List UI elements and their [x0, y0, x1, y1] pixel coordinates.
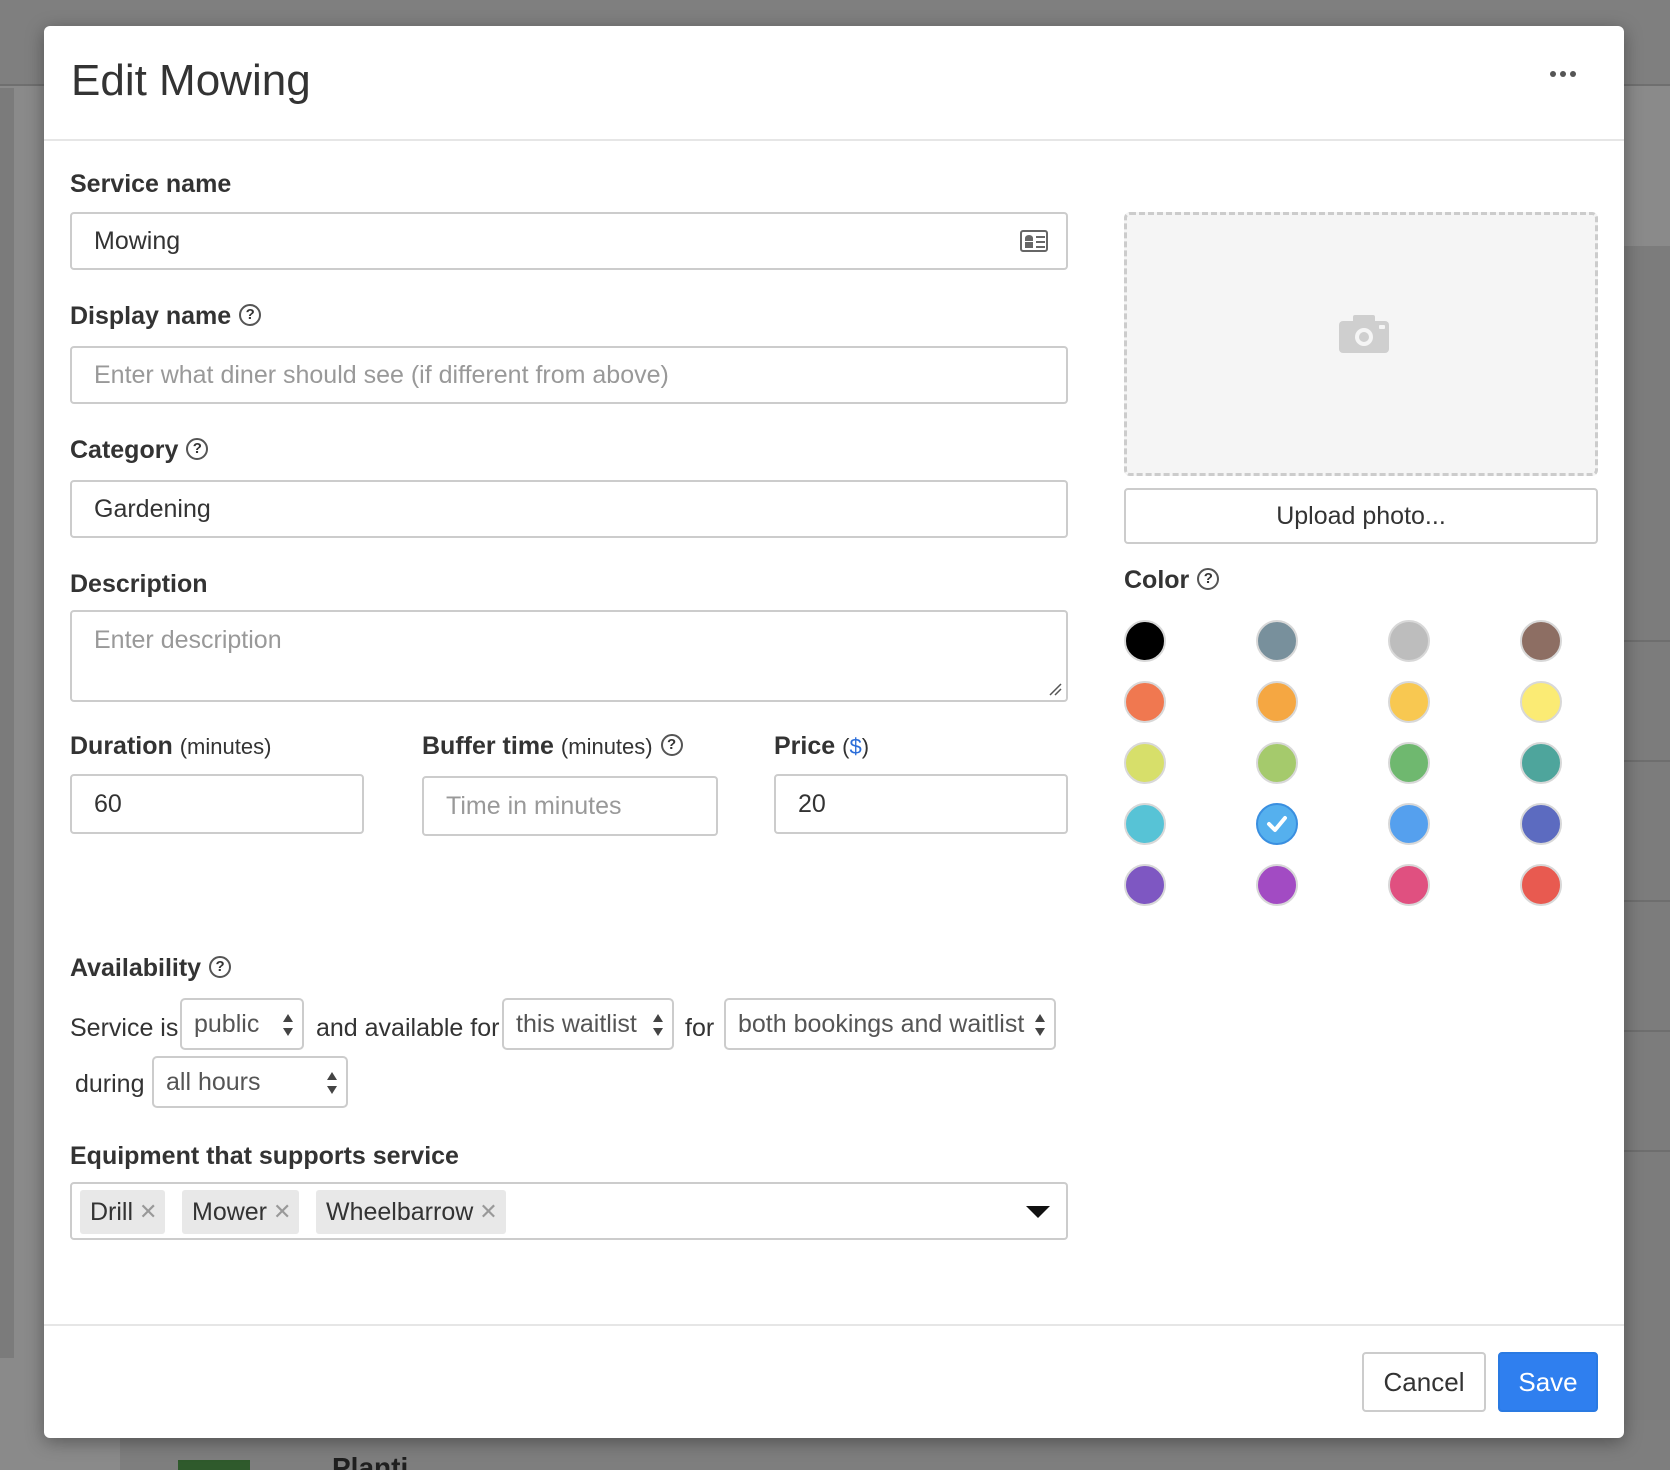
ellipsis-icon[interactable]	[1538, 58, 1588, 90]
equipment-label: Equipment that supports service	[70, 1142, 459, 1170]
color-swatch[interactable]	[1388, 742, 1430, 784]
modal-header: Edit Mowing	[44, 26, 1624, 141]
color-swatch[interactable]	[1520, 620, 1562, 662]
available-for-text: and available for	[316, 1014, 500, 1042]
description-textarea[interactable]	[70, 610, 1068, 702]
hours-select[interactable]: all hours	[152, 1056, 348, 1108]
display-name-input[interactable]	[70, 346, 1068, 404]
price-input[interactable]	[774, 774, 1068, 834]
service-name-input[interactable]	[70, 212, 1068, 270]
help-icon[interactable]: ?	[239, 304, 262, 327]
color-swatch[interactable]	[1256, 620, 1298, 662]
visibility-value: public	[194, 1009, 260, 1038]
modal-title: Edit Mowing	[71, 56, 311, 105]
buffer-time-input[interactable]	[422, 776, 718, 836]
background-row-title: Planti	[332, 1452, 409, 1470]
service-name-label: Service name	[70, 170, 232, 198]
background-divider	[1624, 760, 1670, 762]
color-swatch[interactable]	[1388, 803, 1430, 845]
background-right-column	[1624, 246, 1670, 1426]
scope-value: this waitlist	[516, 1009, 637, 1038]
help-icon[interactable]: ?	[660, 734, 683, 757]
background-left-rail	[0, 88, 14, 1358]
category-input[interactable]	[70, 480, 1068, 538]
background-divider	[1624, 900, 1670, 902]
checkmark-icon	[1267, 816, 1287, 832]
color-swatch[interactable]	[1388, 620, 1430, 662]
background-divider	[1624, 1150, 1670, 1152]
color-label: Color?	[1124, 566, 1220, 595]
remove-tag-icon[interactable]: ✕	[273, 1199, 291, 1225]
hours-value: all hours	[166, 1067, 261, 1096]
scope-select[interactable]: this waitlist	[502, 998, 674, 1050]
color-swatch[interactable]	[1388, 864, 1430, 906]
equipment-tag: Mower ✕	[182, 1190, 300, 1234]
color-swatch-selected[interactable]	[1256, 803, 1298, 845]
color-swatch[interactable]	[1124, 864, 1166, 906]
color-swatch[interactable]	[1256, 742, 1298, 784]
contact-card-icon	[1020, 230, 1048, 252]
caret-down-icon[interactable]	[1026, 1206, 1050, 1218]
duration-label: Duration (minutes)	[70, 732, 272, 760]
description-label: Description	[70, 570, 208, 598]
equipment-tag: Wheelbarrow ✕	[316, 1190, 506, 1234]
color-swatch[interactable]	[1124, 742, 1166, 784]
equipment-tag: Drill ✕	[80, 1190, 166, 1234]
availability-label: Availability?	[70, 954, 232, 983]
photo-dropzone[interactable]	[1124, 212, 1598, 476]
background-thumbnail	[178, 1460, 250, 1470]
background-divider	[1624, 640, 1670, 642]
mode-select[interactable]: both bookings and waitlist	[724, 998, 1056, 1050]
duration-input[interactable]	[70, 774, 364, 834]
color-swatch[interactable]	[1388, 681, 1430, 723]
remove-tag-icon[interactable]: ✕	[139, 1199, 157, 1225]
mode-value: both bookings and waitlist	[738, 1009, 1025, 1038]
color-swatch[interactable]	[1256, 864, 1298, 906]
color-swatch[interactable]	[1124, 681, 1166, 723]
service-is-text: Service is	[70, 1014, 179, 1042]
color-swatch[interactable]	[1256, 681, 1298, 723]
buffer-time-label: Buffer time (minutes)?	[422, 732, 683, 761]
equipment-multiselect[interactable]: Drill ✕ Mower ✕ Wheelbarrow ✕	[70, 1182, 1068, 1240]
cancel-button[interactable]: Cancel	[1362, 1352, 1486, 1412]
visibility-select[interactable]: public	[180, 998, 304, 1050]
resize-grip-icon[interactable]	[1048, 682, 1062, 696]
select-arrows-icon	[327, 1072, 337, 1094]
color-swatch[interactable]	[1124, 620, 1166, 662]
help-icon[interactable]: ?	[209, 956, 232, 979]
category-label: Category?	[70, 436, 209, 465]
color-swatch[interactable]	[1520, 681, 1562, 723]
color-swatch[interactable]	[1520, 803, 1562, 845]
edit-service-modal: Edit Mowing Service name Display name? C…	[44, 26, 1624, 1438]
select-arrows-icon	[1035, 1014, 1045, 1036]
for-text: for	[685, 1014, 715, 1042]
footer-divider	[44, 1324, 1624, 1326]
help-icon[interactable]: ?	[186, 438, 209, 461]
price-label: Price ($)	[774, 732, 870, 760]
color-swatch[interactable]	[1124, 803, 1166, 845]
select-arrows-icon	[283, 1014, 293, 1036]
camera-icon	[1339, 315, 1389, 353]
background-divider	[1624, 1030, 1670, 1032]
help-icon[interactable]: ?	[1197, 568, 1220, 591]
color-swatch[interactable]	[1520, 864, 1562, 906]
display-name-label: Display name?	[70, 302, 262, 331]
color-swatch[interactable]	[1520, 742, 1562, 784]
during-text: during	[75, 1070, 145, 1098]
remove-tag-icon[interactable]: ✕	[479, 1199, 497, 1225]
upload-photo-button[interactable]: Upload photo...	[1124, 488, 1598, 544]
save-button[interactable]: Save	[1498, 1352, 1598, 1412]
select-arrows-icon	[653, 1014, 663, 1036]
